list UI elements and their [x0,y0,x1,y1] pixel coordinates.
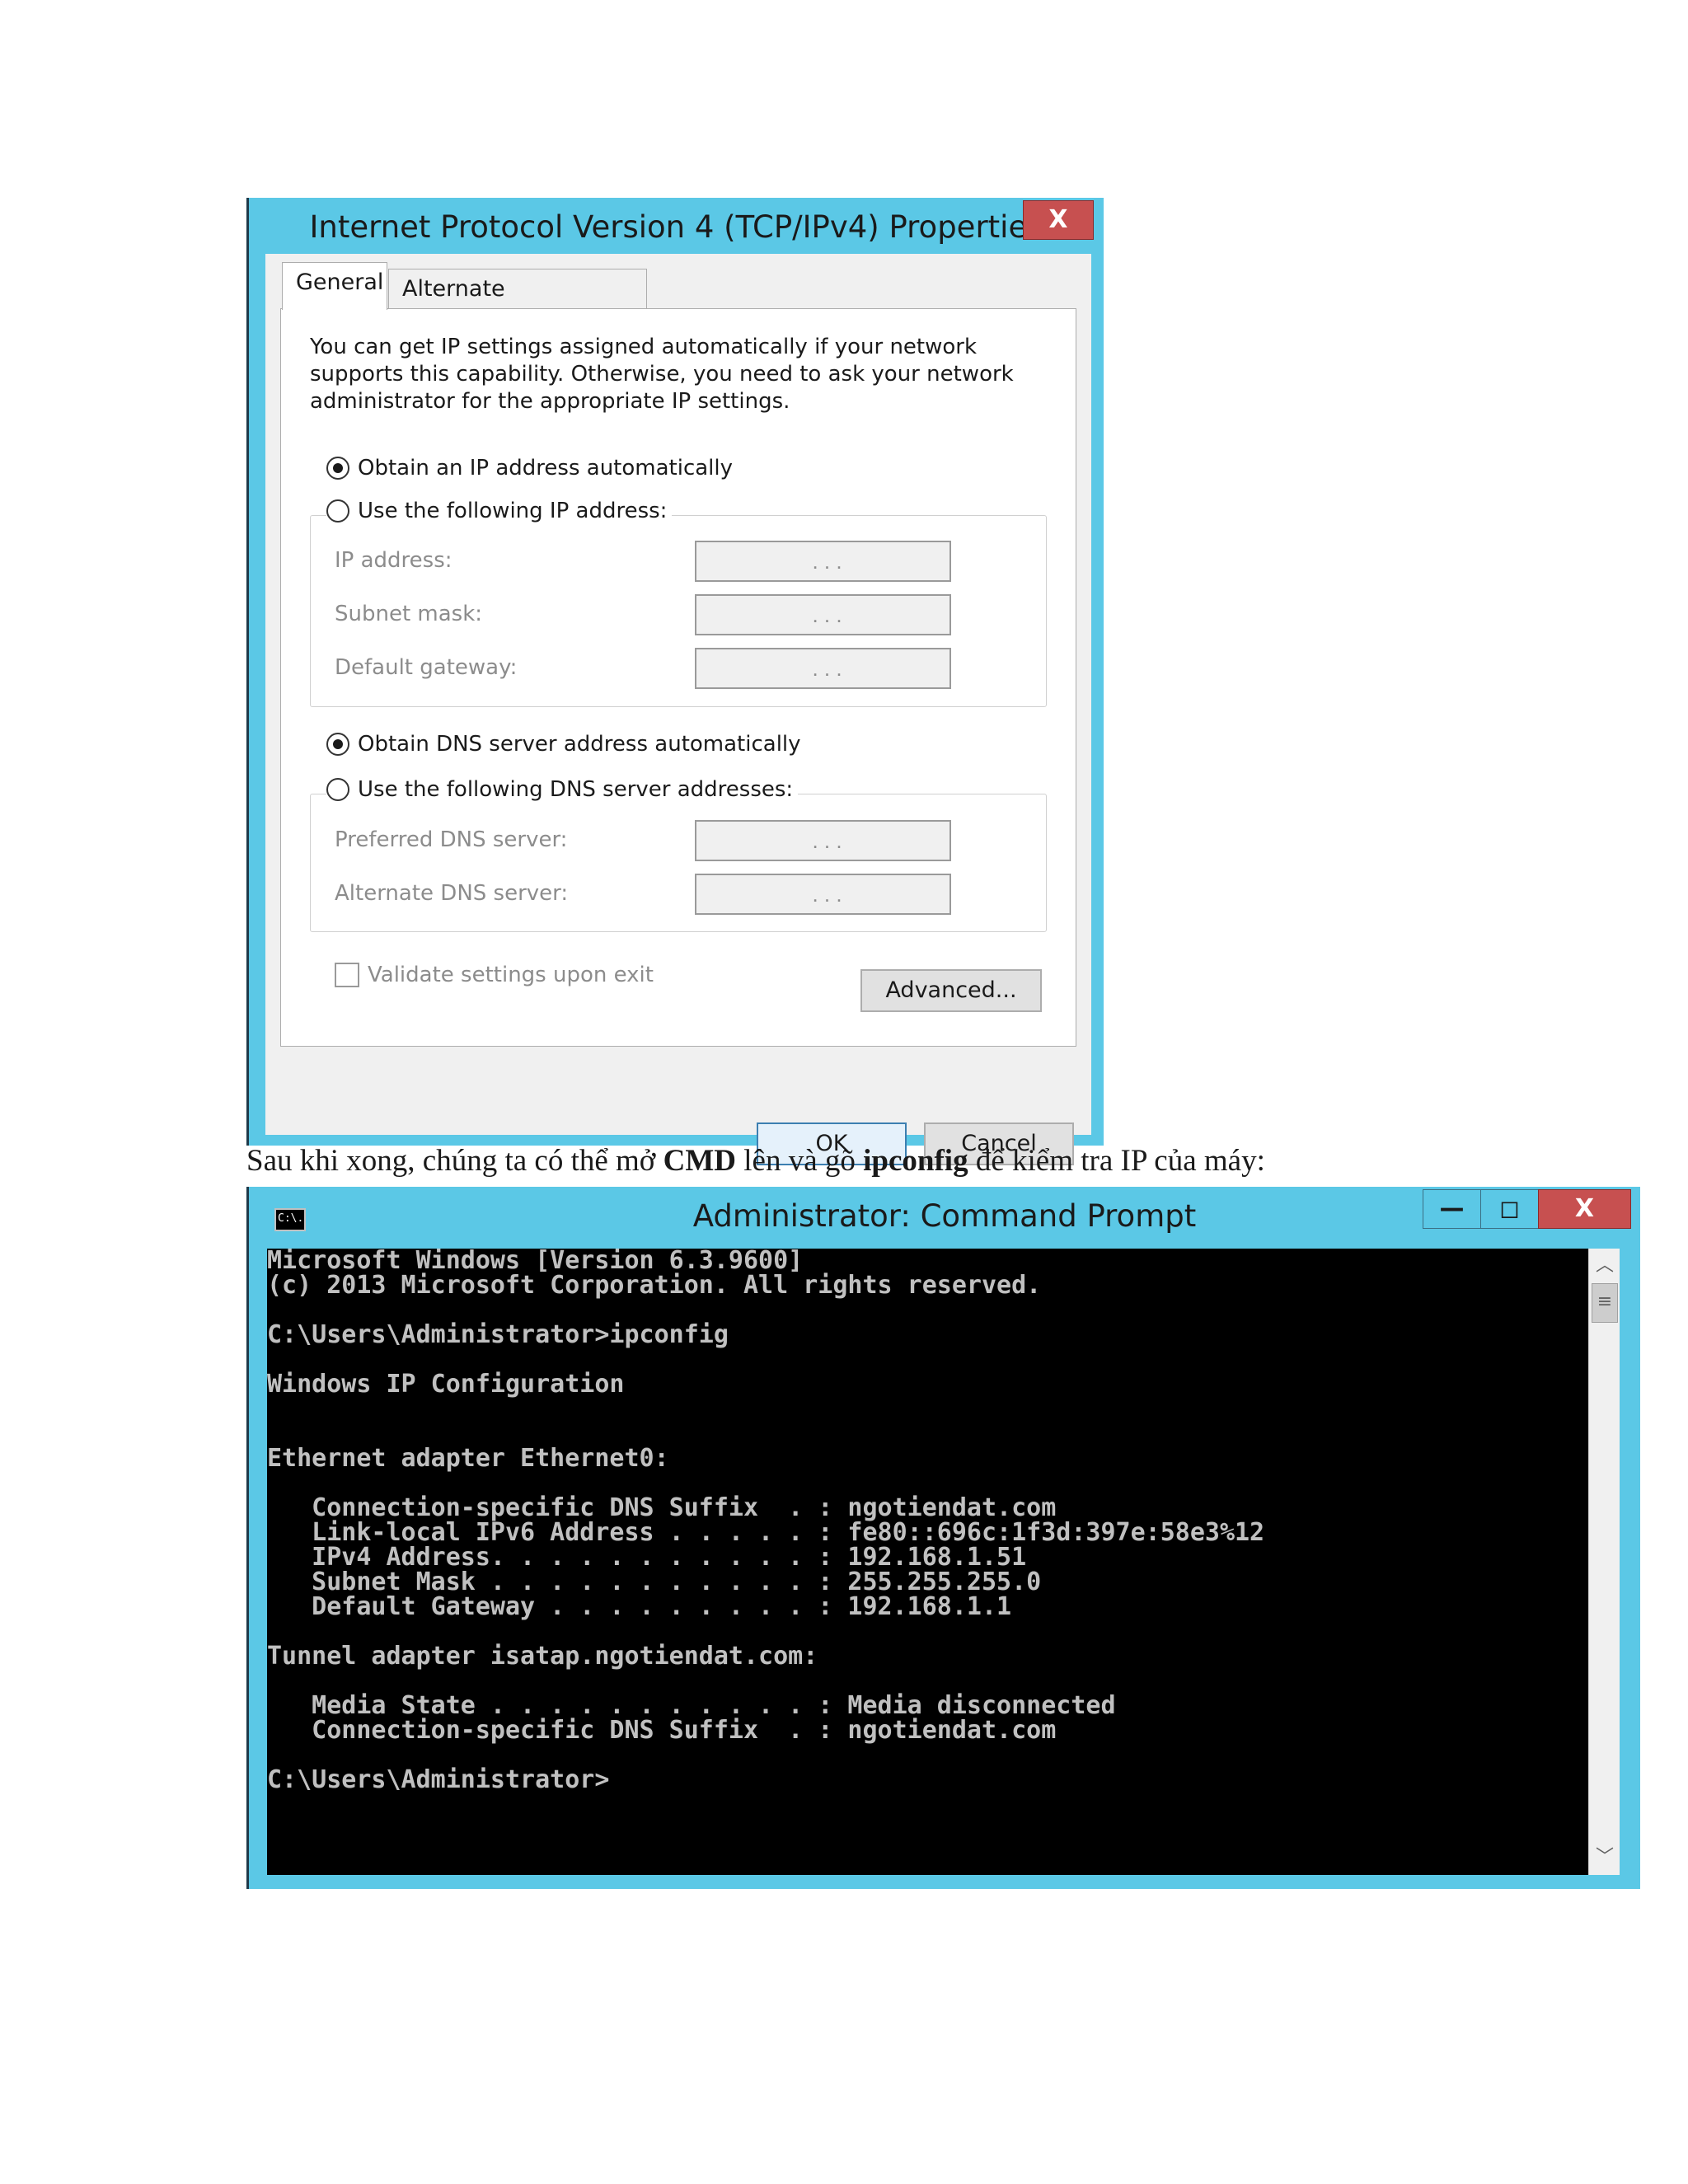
alternate-dns-label: Alternate DNS server: [335,881,569,906]
caption-part-2: lên và gõ [736,1144,864,1178]
tab-general[interactable]: General [282,262,387,310]
advanced-button[interactable]: Advanced... [860,969,1042,1012]
radio-unchecked-icon[interactable] [326,499,349,523]
radio-checked-icon[interactable] [326,457,349,480]
subnet-mask-label: Subnet mask: [335,602,483,626]
subnet-mask-value: . . . [812,602,842,627]
preferred-dns-value: . . . [812,827,842,853]
alternate-dns-field[interactable]: . . . [695,874,951,915]
page: Internet Protocol Version 4 (TCP/IPv4) P… [0,0,1688,2184]
caption-part-3: để kiểm tra IP của máy: [968,1144,1265,1178]
validate-settings-label: Validate settings upon exit [368,963,654,987]
preferred-dns-label: Preferred DNS server: [335,827,568,852]
dialog-titlebar[interactable]: Internet Protocol Version 4 (TCP/IPv4) P… [249,198,1104,254]
cmd-close-button[interactable]: X [1538,1189,1631,1229]
description-text: You can get IP settings assigned automat… [310,335,1014,414]
caption-cmd: CMD [663,1144,736,1178]
default-gateway-field[interactable]: . . . [695,648,951,689]
maximize-button[interactable]: ◻ [1480,1189,1539,1229]
caption-part-1: Sau khi xong, chúng ta có thể mở [246,1144,663,1178]
general-tab-panel: You can get IP settings assigned automat… [280,308,1076,1047]
ip-auto-option[interactable]: Obtain an IP address automatically [326,456,738,480]
ipv4-properties-dialog: Internet Protocol Version 4 (TCP/IPv4) P… [246,198,1104,1165]
minimize-button[interactable]: — [1423,1189,1481,1229]
radio-unchecked-icon[interactable] [326,778,349,801]
ip-address-label: IP address: [335,548,452,573]
caption-ipconfig: ipconfig [863,1144,968,1178]
tab-alternate-configuration[interactable]: Alternate Configuration [388,269,647,341]
dialog-title: Internet Protocol Version 4 (TCP/IPv4) P… [309,209,1043,245]
checkbox-unchecked-icon[interactable] [335,963,359,987]
default-gateway-label: Default gateway: [335,655,518,680]
preferred-dns-field[interactable]: . . . [695,820,951,861]
dialog-client: General Alternate Configuration You can … [265,254,1091,1165]
validate-settings-option[interactable]: Validate settings upon exit [335,963,654,987]
caption-text: Sau khi xong, chúng ta có thể mở CMD lên… [246,1143,1648,1179]
ip-address-value: . . . [812,548,842,574]
dns-auto-option[interactable]: Obtain DNS server address automatically [326,732,806,757]
ip-manual-option[interactable]: Use the following IP address: [326,499,673,523]
close-button[interactable]: X [1023,200,1094,240]
command-prompt-window: C:\. Administrator: Command Prompt — ◻ X… [246,1187,1640,1889]
scroll-down-icon[interactable]: ﹀ [1589,1842,1620,1873]
radio-checked-icon[interactable] [326,733,349,756]
ip-address-field[interactable]: . . . [695,541,951,582]
vertical-scrollbar[interactable]: ︿ ≡ ﹀ [1588,1249,1620,1875]
console-output[interactable]: Microsoft Windows [Version 6.3.9600] (c)… [267,1249,1588,1875]
dns-manual-label: Use the following DNS server addresses: [358,777,794,802]
default-gateway-value: . . . [812,655,842,681]
ip-manual-label: Use the following IP address: [358,499,668,523]
scroll-thumb[interactable]: ≡ [1592,1283,1618,1323]
ip-auto-label: Obtain an IP address automatically [358,456,734,480]
scroll-up-icon[interactable]: ︿ [1589,1250,1620,1282]
console-text: Microsoft Windows [Version 6.3.9600] (c)… [267,1249,1265,1794]
dns-auto-label: Obtain DNS server address automatically [358,732,801,757]
subnet-mask-field[interactable]: . . . [695,594,951,635]
alternate-dns-value: . . . [812,881,842,907]
dns-manual-option[interactable]: Use the following DNS server addresses: [326,777,799,802]
